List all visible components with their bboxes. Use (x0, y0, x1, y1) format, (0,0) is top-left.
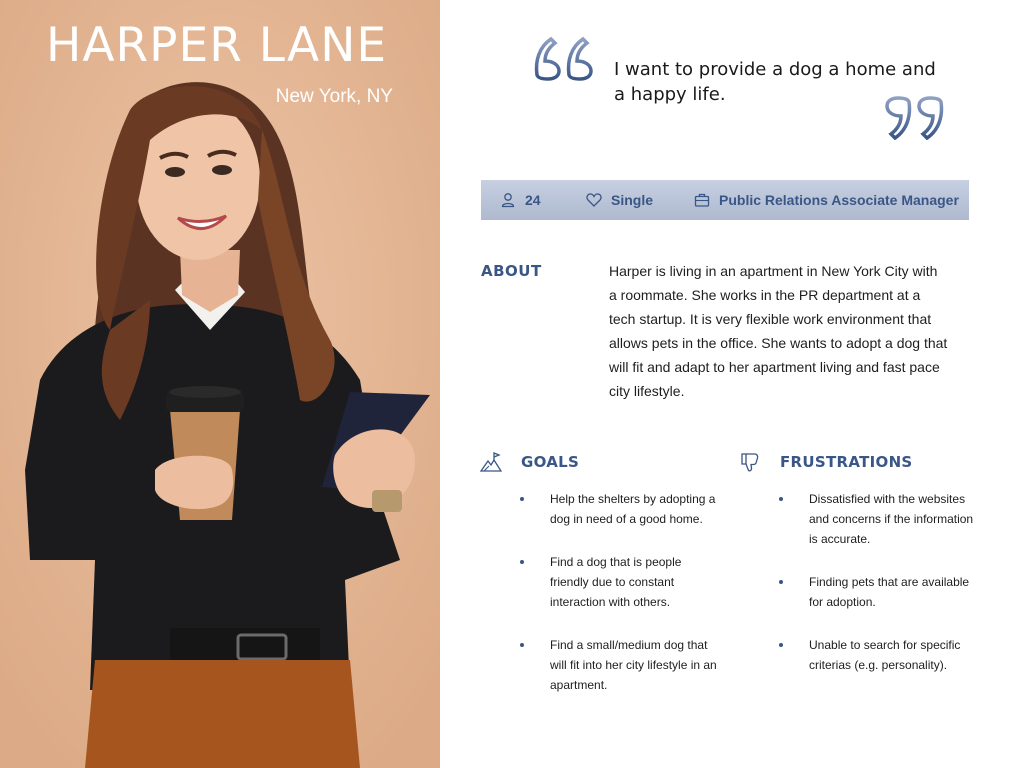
frustration-text: Dissatisfied with the websites and conce… (809, 492, 974, 546)
frustration-text: Unable to search for specific criterias … (809, 638, 961, 672)
persona-portrait-image (0, 0, 440, 768)
occupation-value: Public Relations Associate Manager (719, 192, 959, 208)
user-icon (501, 193, 515, 208)
frustrations-heading: FRUSTRATIONS (780, 453, 913, 471)
goal-item: Find a small/medium dog that will fit in… (520, 635, 720, 695)
bullet-dot (520, 497, 524, 501)
about-heading: ABOUT (481, 262, 542, 280)
persona-info-bar: 24 Single Public Relations Associate Man… (481, 180, 969, 220)
about-text: Harper is living in an apartment in New … (609, 263, 948, 399)
frustration-item: Dissatisfied with the websites and conce… (779, 489, 979, 549)
frustration-item: Unable to search for specific criterias … (779, 635, 979, 675)
frustration-text: Finding pets that are available for adop… (809, 575, 970, 609)
mountain-flag-icon (480, 452, 502, 472)
relationship-status: Single (611, 192, 654, 208)
status-item: Single (586, 180, 653, 220)
goal-text: Find a dog that is people friendly due t… (550, 555, 682, 609)
goal-item: Help the shelters by adopting a dog in n… (520, 489, 720, 529)
age-item: 24 (500, 180, 541, 220)
bullet-dot (520, 643, 524, 647)
bullet-dot (779, 497, 783, 501)
briefcase-icon (694, 193, 710, 207)
occupation-item: Public Relations Associate Manager (694, 180, 959, 220)
age-value: 24 (525, 192, 541, 208)
frustration-item: Finding pets that are available for adop… (779, 572, 979, 612)
goal-item: Find a dog that is people friendly due t… (520, 552, 720, 612)
bullet-dot (779, 643, 783, 647)
bullet-dot (779, 580, 783, 584)
bullet-dot (520, 560, 524, 564)
thumbs-down-icon (741, 453, 759, 472)
close-quote-icon (885, 96, 944, 140)
goals-list: Help the shelters by adopting a dog in n… (520, 489, 720, 718)
persona-photo-panel: HARPER LANE New York, NY (0, 0, 440, 768)
open-quote-icon (534, 36, 593, 81)
goals-heading: GOALS (521, 453, 580, 471)
persona-location: New York, NY (275, 86, 393, 107)
heart-icon (586, 193, 602, 207)
goal-text: Help the shelters by adopting a dog in n… (550, 492, 716, 526)
goal-text: Find a small/medium dog that will fit in… (550, 638, 717, 692)
persona-name: HARPER LANE (46, 18, 388, 73)
frustrations-list: Dissatisfied with the websites and conce… (779, 489, 979, 698)
